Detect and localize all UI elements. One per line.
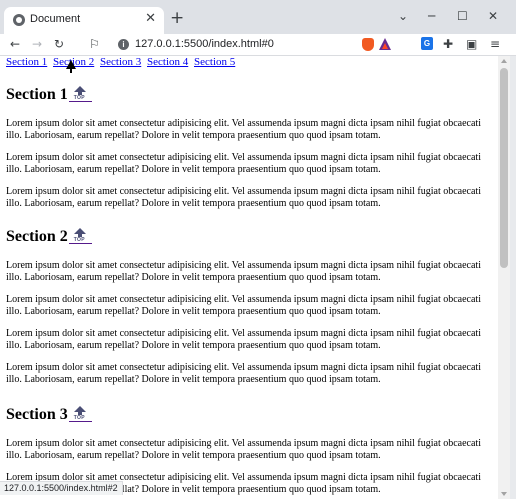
section-title: Section 1 [6,86,68,103]
close-icon[interactable]: ✕ [145,11,156,26]
scroll-down-arrow[interactable] [501,492,507,496]
plus-icon[interactable]: + [170,10,184,27]
arrow-right-icon[interactable]: → [32,36,42,52]
paragraph: Lorem ipsum dolor sit amet consectetur a… [6,328,481,351]
minimize-icon[interactable]: ─ [428,9,435,23]
paragraph: Lorem ipsum dolor sit amet consectetur a… [6,118,481,141]
section-heading: Section 2 TOP [6,228,486,246]
paragraph: Lorem ipsum dolor sit amet consectetur a… [6,260,481,283]
scroll-up-arrow[interactable] [501,59,507,63]
section-1: Section 1 TOP Lorem ipsum dolor sit amet… [6,86,486,210]
globe-icon [13,14,25,26]
maximize-icon[interactable]: ☐ [457,9,468,23]
section-heading: Section 3 TOP [6,406,486,424]
scroll-thumb[interactable] [500,68,508,268]
paragraph: Lorem ipsum dolor sit amet consectetur a… [6,152,481,175]
puzzle-icon[interactable]: ✚ [443,37,453,51]
paragraph: Lorem ipsum dolor sit amet consectetur a… [6,294,481,317]
mouse-cursor [66,60,76,73]
window-close-icon[interactable]: ✕ [488,9,498,23]
translate-icon[interactable]: G [421,37,433,50]
link-status-bar: 127.0.0.1:5500/index.html#2 [0,481,123,495]
top-label: TOP [73,415,85,421]
bookmark-icon[interactable]: ⚐ [89,36,100,52]
top-link[interactable]: TOP [68,86,92,102]
arrow-left-icon[interactable]: ← [10,36,20,52]
section-2: Section 2 TOP Lorem ipsum dolor sit amet… [6,228,486,386]
url-text[interactable]: 127.0.0.1:5500/index.html#0 [135,38,274,50]
nav-link-section-3[interactable]: Section 3 [100,56,141,68]
brave-rewards-icon[interactable] [379,38,391,50]
section-nav: Section 1 Section 2 Section 3 Section 4 … [6,56,238,68]
page-scrollbar[interactable] [498,56,510,499]
nav-link-section-1[interactable]: Section 1 [6,56,47,68]
top-label: TOP [73,237,85,243]
nav-link-section-5[interactable]: Section 5 [194,56,235,68]
top-link[interactable]: TOP [68,228,92,244]
chevron-down-icon[interactable]: ⌄ [398,9,408,23]
tab-strip: Document ✕ + ⌄ ─ ☐ ✕ [0,0,516,34]
top-label: TOP [73,95,85,101]
info-icon[interactable]: i [118,39,129,50]
page-viewport: Section 1 Section 2 Section 3 Section 4 … [0,56,498,499]
section-title: Section 3 [6,406,68,423]
section-heading: Section 1 TOP [6,86,486,104]
top-link[interactable]: TOP [68,406,92,422]
tab-document[interactable]: Document ✕ [4,7,164,34]
brave-shield-icon[interactable] [362,38,374,51]
address-bar[interactable]: i 127.0.0.1:5500/index.html#0 [108,35,400,54]
window-border [510,56,516,499]
wallet-icon[interactable]: ▣ [466,37,477,51]
paragraph: Lorem ipsum dolor sit amet consectetur a… [6,438,481,461]
tab-title: Document [30,13,81,25]
reload-icon[interactable]: ↻ [54,36,64,52]
paragraph: Lorem ipsum dolor sit amet consectetur a… [6,362,481,385]
nav-link-section-4[interactable]: Section 4 [147,56,188,68]
section-title: Section 2 [6,228,68,245]
menu-icon[interactable]: ≡ [490,37,500,51]
browser-toolbar: ← → ↻ ⚐ i 127.0.0.1:5500/index.html#0 [0,34,516,56]
paragraph: Lorem ipsum dolor sit amet consectetur a… [6,186,481,209]
